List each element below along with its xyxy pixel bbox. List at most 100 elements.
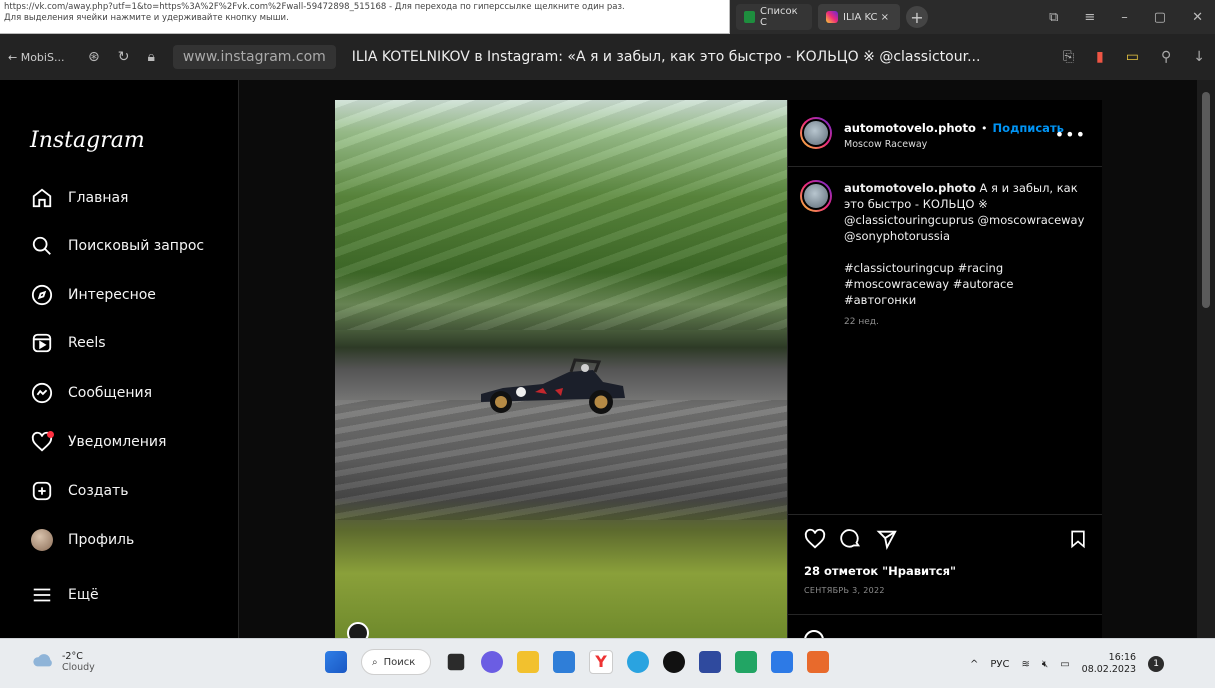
docs-app-icon[interactable]: [771, 651, 793, 673]
sidebar-item-search[interactable]: Поисковый запрос: [30, 234, 204, 258]
tab-label: Список С: [760, 6, 798, 28]
reload-icon[interactable]: ↻: [118, 49, 130, 65]
tabs-overview-icon[interactable]: ⧉: [1049, 10, 1058, 25]
tab-label: ILIA KC ×: [843, 11, 890, 23]
post-photo[interactable]: [335, 100, 787, 638]
menu-icon[interactable]: ≡: [1084, 10, 1095, 25]
system-tray: ^ РУС ≋ 🔇︎ ▭ 16:16 08.02.2023 1: [970, 652, 1165, 676]
more-options-icon[interactable]: •••: [1055, 125, 1086, 144]
extensions-icon[interactable]: ⚲: [1161, 49, 1171, 65]
volume-mute-icon[interactable]: 🔇︎: [1042, 659, 1048, 670]
tooltip-line-2: Для выделения ячейки нажмите и удерживай…: [4, 13, 289, 23]
restore-button[interactable]: ▢: [1154, 10, 1166, 25]
language-indicator[interactable]: РУС: [990, 659, 1009, 670]
minimize-button[interactable]: –: [1121, 10, 1128, 25]
tab-sheets[interactable]: Список С: [736, 4, 812, 30]
comment-icon[interactable]: [840, 528, 862, 554]
chat-icon[interactable]: [481, 651, 503, 673]
sidebar-item-profile[interactable]: Профиль: [30, 528, 134, 552]
tab-instagram[interactable]: ILIA KC ×: [818, 4, 900, 30]
post-header: automotovelo.photo • Подписать Moscow Ra…: [800, 117, 1090, 157]
new-tab-button[interactable]: +: [906, 6, 928, 28]
share-icon[interactable]: [876, 528, 898, 554]
page-scrollbar[interactable]: [1197, 80, 1215, 638]
sidebar-item-reels[interactable]: Reels: [30, 331, 106, 355]
address-actions: ⎘ ▮ ▭ ⚲ ↓: [1063, 49, 1215, 65]
bookmark-icon[interactable]: [1068, 529, 1088, 553]
likes-count[interactable]: 28 отметок "Нравится": [804, 564, 956, 578]
add-comment-row[interactable]: [804, 630, 1094, 638]
heart-icon: [30, 430, 54, 454]
tiktok-icon[interactable]: [663, 651, 685, 673]
post-date: СЕНТЯБРЬ 3, 2022: [804, 586, 885, 595]
taskbar-search[interactable]: ⌕ Поиск: [361, 649, 431, 675]
sidebar-item-more[interactable]: Ещё: [30, 583, 99, 607]
scrollbar-thumb[interactable]: [1202, 92, 1210, 308]
sidebar-item-label: Reels: [68, 335, 106, 351]
sidebar-item-explore[interactable]: Интересное: [30, 283, 156, 307]
window-controls: ⧉ ≡ – ▢ ✕: [1049, 10, 1215, 25]
sidebar-item-label: Поисковый запрос: [68, 238, 205, 254]
avatar[interactable]: [800, 180, 832, 212]
chevron-up-icon[interactable]: ^: [970, 659, 978, 670]
search-icon: ⌕: [372, 656, 378, 668]
task-view-icon[interactable]: [447, 653, 465, 671]
messenger-icon: [30, 381, 54, 405]
security-app-icon[interactable]: [699, 651, 721, 673]
yandex-browser-icon[interactable]: Y: [589, 650, 613, 674]
shield-icon[interactable]: ⊛: [88, 49, 100, 65]
post-actions: [804, 528, 1088, 554]
sidebar-item-messages[interactable]: Сообщения: [30, 381, 152, 405]
clock[interactable]: 16:16 08.02.2023: [1082, 652, 1136, 676]
tagged-people-button[interactable]: [347, 622, 369, 638]
weather-temp: -2°C: [62, 651, 83, 662]
sidebar-item-create[interactable]: Создать: [30, 479, 128, 503]
bookmark-icon[interactable]: ▮: [1096, 49, 1104, 65]
notification-badge[interactable]: 1: [1148, 656, 1165, 672]
notification-dot: [47, 431, 54, 438]
instagram-icon: [826, 11, 838, 23]
back-button[interactable]: ← MobiS...: [8, 51, 88, 64]
like-icon[interactable]: [804, 528, 826, 554]
separator-dot: •: [980, 122, 988, 135]
sidebar-item-label: Создать: [68, 483, 129, 499]
motion-blur-track: [335, 400, 787, 520]
sidebar-item-notifications[interactable]: Уведомления: [30, 430, 166, 454]
clock-date: 08.02.2023: [1081, 664, 1137, 675]
wifi-icon[interactable]: ≋: [1022, 659, 1030, 670]
battery-icon[interactable]: ▭: [1126, 49, 1139, 65]
sidebar-item-label: Сообщения: [68, 385, 153, 401]
download-icon[interactable]: ↓: [1193, 49, 1205, 65]
weather-widget[interactable]: -2°C Cloudy: [32, 651, 95, 673]
divider: [788, 614, 1102, 615]
lock-icon[interactable]: 🔒︎: [147, 49, 154, 65]
post-username[interactable]: automotovelo.photo: [844, 121, 976, 135]
follow-button[interactable]: Подписать: [993, 121, 1064, 135]
sidebar-item-label: Интересное: [68, 287, 156, 303]
slides-app-icon[interactable]: [807, 651, 829, 673]
windows-start-icon[interactable]: [325, 651, 347, 673]
search-icon: [30, 234, 54, 258]
taskbar-apps: ⌕ Поиск Y: [325, 649, 829, 675]
tooltip-line-1: https://vk.com/away.php?utf=1&to=https%3…: [4, 2, 625, 12]
search-label: Поиск: [383, 656, 416, 668]
plus-square-icon: [30, 479, 54, 503]
avatar[interactable]: [800, 117, 832, 149]
sheets-app-icon[interactable]: [735, 651, 757, 673]
close-button[interactable]: ✕: [1192, 10, 1203, 25]
emoji-icon[interactable]: [804, 630, 824, 638]
caption-hashtags[interactable]: #classictouringcup #racing #moscowracewa…: [844, 260, 1088, 308]
post-caption: automotovelo.photo А я и забыл, как это …: [800, 180, 1090, 330]
url-field[interactable]: www.instagram.com: [172, 45, 336, 69]
battery-icon[interactable]: ▭: [1060, 659, 1069, 670]
instagram-logo[interactable]: Instagram: [30, 128, 145, 153]
sheets-icon: [744, 11, 756, 23]
address-bar: ← MobiS... ⊛ ↻ 🔒︎ www.instagram.com ILIA…: [0, 34, 1215, 80]
sidebar-item-home[interactable]: Главная: [30, 186, 128, 210]
post-location[interactable]: Moscow Raceway: [844, 139, 1064, 150]
telegram-icon[interactable]: [627, 651, 649, 673]
vk-icon[interactable]: [553, 651, 575, 673]
caption-username[interactable]: automotovelo.photo: [844, 181, 976, 195]
copy-icon[interactable]: ⎘: [1063, 49, 1074, 65]
file-explorer-icon[interactable]: [517, 651, 539, 673]
